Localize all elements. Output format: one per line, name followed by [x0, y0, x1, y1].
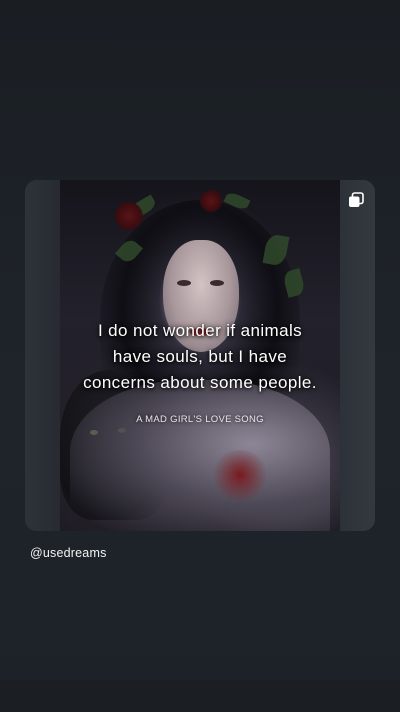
- artwork-red-bloom: [210, 450, 270, 500]
- quote-line: have souls, but I have: [112, 347, 288, 366]
- author-handle[interactable]: @usedreams: [30, 546, 107, 560]
- card-left-edge: [25, 180, 60, 531]
- artwork-shoulders: [70, 380, 330, 531]
- shared-post-card[interactable]: I do not wonder if animals have souls, b…: [25, 180, 375, 531]
- quote-line: concerns about some people.: [83, 373, 317, 392]
- card-right-edge: [340, 180, 375, 531]
- post-quote: I do not wonder if animals have souls, b…: [60, 318, 340, 396]
- artwork-flower: [200, 190, 222, 212]
- multiple-images-icon: [349, 192, 364, 207]
- bottom-bar: [0, 680, 400, 712]
- artwork-flower: [115, 202, 143, 230]
- artwork-eye: [177, 280, 191, 286]
- post-caption: A MAD GIRL'S LOVE SONG: [136, 414, 264, 425]
- story-screen: I do not wonder if animals have souls, b…: [0, 0, 400, 712]
- artwork-eye: [210, 280, 224, 286]
- quote-line: I do not wonder if animals: [97, 321, 303, 340]
